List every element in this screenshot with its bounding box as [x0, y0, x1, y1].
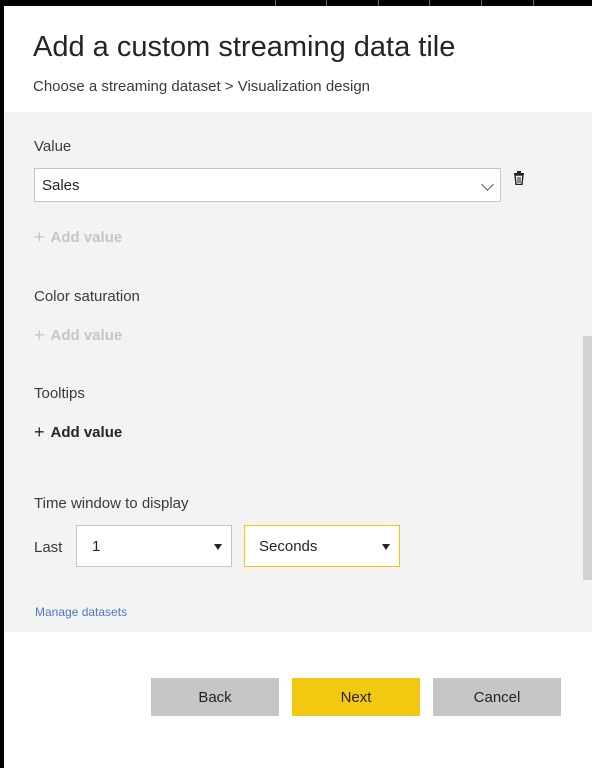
trash-icon[interactable]	[513, 171, 525, 185]
value-field-selected: Sales	[42, 177, 80, 194]
plus-icon: +	[34, 422, 45, 442]
scrollbar-thumb[interactable]	[583, 336, 592, 580]
dropdown-arrow-icon	[382, 544, 390, 550]
value-field-select[interactable]: Sales	[34, 168, 501, 202]
chevron-down-icon	[481, 178, 494, 191]
plus-icon: +	[34, 325, 45, 345]
next-button[interactable]: Next	[292, 678, 420, 716]
value-label: Value	[34, 138, 72, 155]
dialog-header: Add a custom streaming data tile Choose …	[4, 6, 592, 112]
dialog-title: Add a custom streaming data tile	[33, 31, 456, 63]
time-amount-select[interactable]: 1	[76, 525, 232, 567]
last-label: Last	[34, 539, 63, 556]
back-button[interactable]: Back	[151, 678, 279, 716]
cancel-button[interactable]: Cancel	[433, 678, 561, 716]
tooltips-add-value-button[interactable]: + Add value	[34, 422, 123, 442]
add-value-label: Add value	[50, 229, 123, 246]
time-unit-value: Seconds	[259, 538, 318, 555]
plus-icon: +	[34, 227, 45, 247]
add-value-button-disabled: + Add value	[34, 227, 123, 247]
add-value-label: Add value	[50, 327, 123, 344]
time-window-label: Time window to display	[34, 495, 189, 512]
time-amount-value: 1	[92, 538, 101, 555]
tooltips-label: Tooltips	[34, 385, 85, 402]
streaming-tile-dialog: Add a custom streaming data tile Choose …	[4, 6, 592, 768]
add-value-label: Add value	[50, 424, 123, 441]
visualization-design-pane: Value Sales + Add value Color saturation…	[4, 112, 592, 632]
color-saturation-label: Color saturation	[34, 288, 140, 305]
time-unit-select[interactable]: Seconds	[244, 525, 400, 567]
breadcrumb: Choose a streaming dataset > Visualizati…	[33, 78, 371, 95]
dropdown-arrow-icon	[214, 544, 222, 550]
manage-datasets-link[interactable]: Manage datasets	[35, 605, 127, 619]
color-saturation-add-value: + Add value	[34, 325, 123, 345]
